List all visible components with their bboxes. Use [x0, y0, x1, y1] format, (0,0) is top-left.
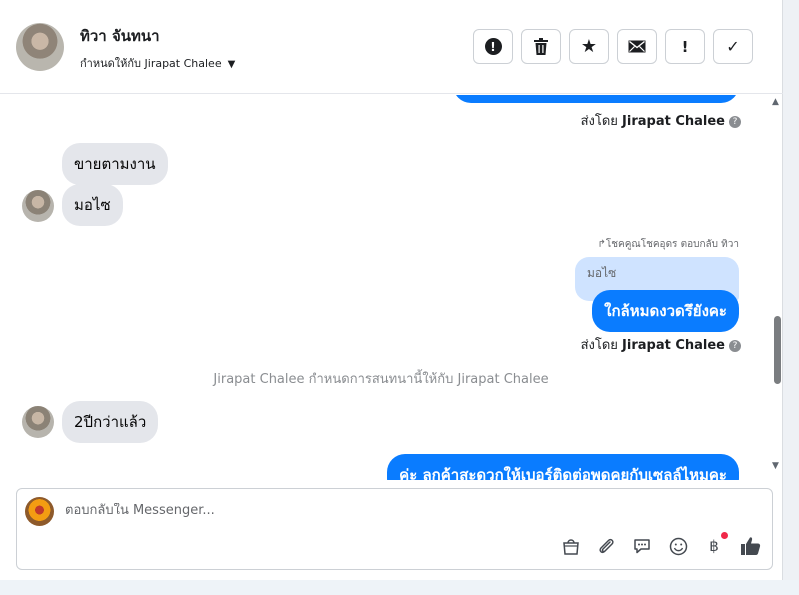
saved-reply-icon[interactable]	[631, 535, 653, 557]
reply-composer: ฿	[16, 488, 773, 570]
page-avatar	[25, 497, 54, 526]
contact-avatar-small	[22, 406, 54, 438]
message-bubble-outgoing-partial	[453, 95, 739, 103]
reply-input[interactable]	[65, 503, 755, 518]
caret-down-icon: ▼	[227, 59, 236, 70]
spam-button[interactable]: !	[473, 29, 513, 64]
star-icon: ★	[580, 36, 598, 57]
contact-avatar[interactable]	[16, 23, 64, 71]
exclamation-icon: !	[681, 37, 689, 56]
attachment-icon[interactable]	[595, 535, 617, 557]
message-bubble-incoming[interactable]: ขายตามงาน	[62, 143, 168, 185]
scrollbar-thumb[interactable]	[774, 316, 781, 384]
conversation-panel: ทิวา จันทนา กำหนดให้กับ Jirapat Chalee ▼ …	[0, 0, 783, 580]
follow-up-button[interactable]: !	[665, 29, 705, 64]
notification-dot	[721, 532, 728, 539]
emoji-icon[interactable]	[667, 535, 689, 557]
sent-by-name: Jirapat Chalee	[622, 338, 725, 353]
help-icon[interactable]: ?	[729, 116, 741, 128]
exclamation-circle-icon: !	[484, 38, 502, 55]
sent-by-label: ส่งโดย Jirapat Chalee?	[581, 110, 741, 131]
help-icon[interactable]: ?	[729, 340, 741, 352]
envelope-icon	[628, 40, 646, 53]
mark-unread-button[interactable]	[617, 29, 657, 64]
scroll-down-arrow-icon[interactable]: ▼	[772, 461, 779, 471]
delete-button[interactable]	[521, 29, 561, 64]
check-icon: ✓	[726, 37, 740, 56]
message-thread[interactable]: ส่งโดย Jirapat Chalee? ขายตามงาน มอไซ ↱โ…	[0, 95, 783, 480]
contact-name[interactable]: ทิวา จันทนา	[80, 24, 160, 48]
trash-icon	[534, 38, 548, 55]
star-button[interactable]: ★	[569, 29, 609, 64]
message-bubble-incoming[interactable]: มอไซ	[62, 184, 123, 226]
sent-by-prefix: ส่งโดย	[580, 338, 618, 353]
message-bubble-incoming[interactable]: 2ปีกว่าแล้ว	[62, 401, 159, 443]
assignee-label: กำหนดให้กับ Jirapat Chalee	[80, 57, 222, 70]
conversation-header: ทิวา จันทนา กำหนดให้กับ Jirapat Chalee ▼ …	[0, 0, 783, 94]
like-icon[interactable]	[739, 535, 761, 557]
sent-by-label: ส่งโดย Jirapat Chalee?	[581, 334, 741, 355]
bottom-edge	[0, 580, 799, 595]
assignee-dropdown[interactable]: กำหนดให้กับ Jirapat Chalee ▼	[80, 54, 235, 72]
system-message: Jirapat Chalee กำหนดการสนทนานี้ให้กับ Ji…	[213, 372, 549, 387]
message-bubble-outgoing[interactable]: ใกล้หมดงวดรึยังคะ	[592, 290, 739, 332]
message-bubble-outgoing[interactable]: ค่ะ ลูกค้าสะดวกให้เบอร์ติดต่อพูดคุยกับเซ…	[387, 454, 739, 480]
mark-done-button[interactable]: ✓	[713, 29, 753, 64]
scroll-up-arrow-icon[interactable]: ▲	[772, 97, 779, 107]
contact-avatar-small	[22, 190, 54, 222]
shop-icon[interactable]	[560, 535, 582, 557]
sent-by-name: Jirapat Chalee	[622, 114, 725, 129]
reply-context: ↱โชคคูณโชคอุดร ตอบกลับ ทิวา	[597, 239, 739, 250]
sent-by-prefix: ส่งโดย	[580, 114, 618, 129]
